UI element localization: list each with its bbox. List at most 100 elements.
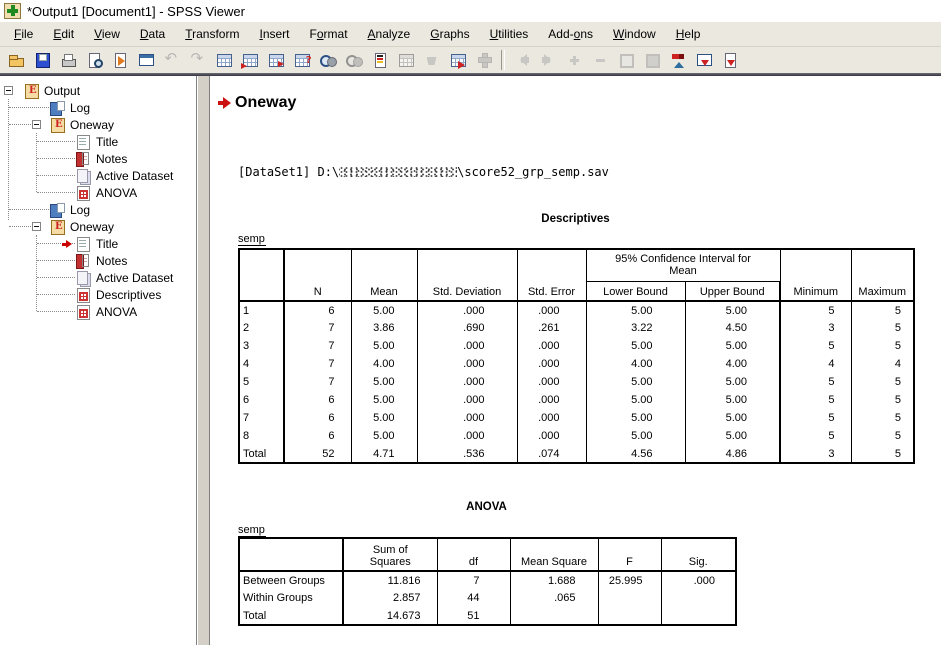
menu-data[interactable]: Data (130, 24, 175, 44)
tree-item-label: Notes (96, 152, 127, 166)
table-cell: 1.688 (510, 571, 598, 589)
variables-button[interactable] (263, 48, 289, 73)
book-icon (50, 220, 65, 234)
table-cell: 5 (851, 409, 914, 427)
export-output-icon (112, 52, 129, 68)
column-header: Minimum (780, 249, 851, 301)
designate-window-icon (424, 52, 441, 68)
redo-icon (190, 52, 207, 68)
menu-format[interactable]: Format (300, 24, 358, 44)
tree-expander[interactable] (4, 86, 13, 95)
book-icon (50, 118, 65, 132)
save-file-button[interactable] (29, 48, 55, 73)
tree-item-title[interactable]: Title (0, 133, 196, 150)
menu-insert[interactable]: Insert (249, 24, 299, 44)
row-label: 1 (239, 301, 284, 319)
tree-item-label: Descriptives (96, 288, 161, 302)
row-label: 6 (239, 391, 284, 409)
menu-analyze[interactable]: Analyze (358, 24, 421, 44)
panel-splitter[interactable] (196, 76, 210, 645)
tree-item-notes[interactable]: Notes (0, 252, 196, 269)
tree-item-anova[interactable]: ANOVA (0, 303, 196, 320)
variable-info-button[interactable] (289, 48, 315, 73)
goto-data-button[interactable] (211, 48, 237, 73)
insert-heading-button[interactable] (691, 48, 717, 73)
table-cell: .000 (517, 409, 586, 427)
menu-graphs[interactable]: Graphs (420, 24, 479, 44)
goto-case-icon (242, 52, 259, 68)
row-label: Within Groups (239, 589, 343, 607)
tree-item-log[interactable]: Log (0, 201, 196, 218)
tree-item-oneway[interactable]: Oneway (0, 116, 196, 133)
menu-view[interactable]: View (84, 24, 130, 44)
table-cell: 6 (284, 391, 351, 409)
tree-item-descriptives[interactable]: Descriptives (0, 286, 196, 303)
dialog-recall-list-button[interactable] (367, 48, 393, 73)
table-cell: 5.00 (586, 409, 685, 427)
tree-item-active-dataset[interactable]: Active Dataset (0, 269, 196, 286)
anova-pivot-table[interactable]: Sum of SquaresdfMean SquareFSig.Between … (238, 537, 737, 626)
goto-case-button[interactable] (237, 48, 263, 73)
menu-utilities[interactable]: Utilities (480, 24, 539, 44)
table-cell: 7 (437, 571, 510, 589)
table-cell: 51 (437, 607, 510, 625)
toolbar (0, 47, 941, 73)
tree-item-log[interactable]: Log (0, 99, 196, 116)
expand-item-button (613, 48, 639, 73)
tree-expander[interactable] (32, 222, 41, 231)
menu-add-ons[interactable]: Add-ons (538, 24, 603, 44)
column-header (239, 249, 284, 301)
table-cell: 5 (780, 301, 851, 319)
descriptives-pivot-table[interactable]: NMeanStd. DeviationStd. Error95% Confide… (238, 248, 915, 464)
table-cell: 6 (284, 427, 351, 445)
redo-button (185, 48, 211, 73)
insert-new-title-button[interactable] (717, 48, 743, 73)
show-hide-output-button[interactable] (665, 48, 691, 73)
table-cell: 3.86 (351, 319, 417, 337)
use-variable-sets-button[interactable] (315, 48, 341, 73)
menu-help[interactable]: Help (666, 24, 711, 44)
variable-info-icon (294, 52, 311, 68)
tree-item-label: Log (70, 101, 90, 115)
menu-file[interactable]: File (4, 24, 43, 44)
collapse-item-button (639, 48, 665, 73)
show-all-variables-button (341, 48, 367, 73)
menu-transform[interactable]: Transform (175, 24, 249, 44)
book-icon (24, 84, 39, 98)
tree-item-label: ANOVA (96, 305, 137, 319)
table-cell: 7 (284, 355, 351, 373)
table-cell: 4 (851, 355, 914, 373)
demote-item-button (587, 48, 613, 73)
next-output-icon (540, 52, 557, 68)
table-icon (76, 288, 91, 302)
table-cell: 5 (851, 337, 914, 355)
row-label: 8 (239, 427, 284, 445)
tree-item-anova[interactable]: ANOVA (0, 184, 196, 201)
print-button[interactable] (55, 48, 81, 73)
table-cell: 5 (851, 427, 914, 445)
menu-window[interactable]: Window (603, 24, 666, 44)
recall-dialog-button[interactable] (133, 48, 159, 73)
table-cell: 14.673 (343, 607, 437, 625)
designate-window-button (419, 48, 445, 73)
menu-edit[interactable]: Edit (43, 24, 84, 44)
goto-output-item-button[interactable] (445, 48, 471, 73)
table-cell: 5.00 (685, 391, 780, 409)
tree-item-notes[interactable]: Notes (0, 150, 196, 167)
table-cell: 5 (780, 373, 851, 391)
table-cell: 5 (780, 337, 851, 355)
tree-item-oneway[interactable]: Oneway (0, 218, 196, 235)
export-output-button[interactable] (107, 48, 133, 73)
tree-item-active-dataset[interactable]: Active Dataset (0, 167, 196, 184)
tree-item-output[interactable]: Output (0, 82, 196, 99)
table-cell: .000 (417, 355, 517, 373)
table-cell: 5.00 (586, 373, 685, 391)
table-cell: .261 (517, 319, 586, 337)
title-icon (76, 135, 91, 149)
print-preview-button[interactable] (81, 48, 107, 73)
table-cell: 7 (284, 337, 351, 355)
tree-expander[interactable] (32, 120, 41, 129)
open-file-button[interactable] (3, 48, 29, 73)
notes-icon (76, 152, 91, 166)
tree-item-title[interactable]: Title (0, 235, 196, 252)
